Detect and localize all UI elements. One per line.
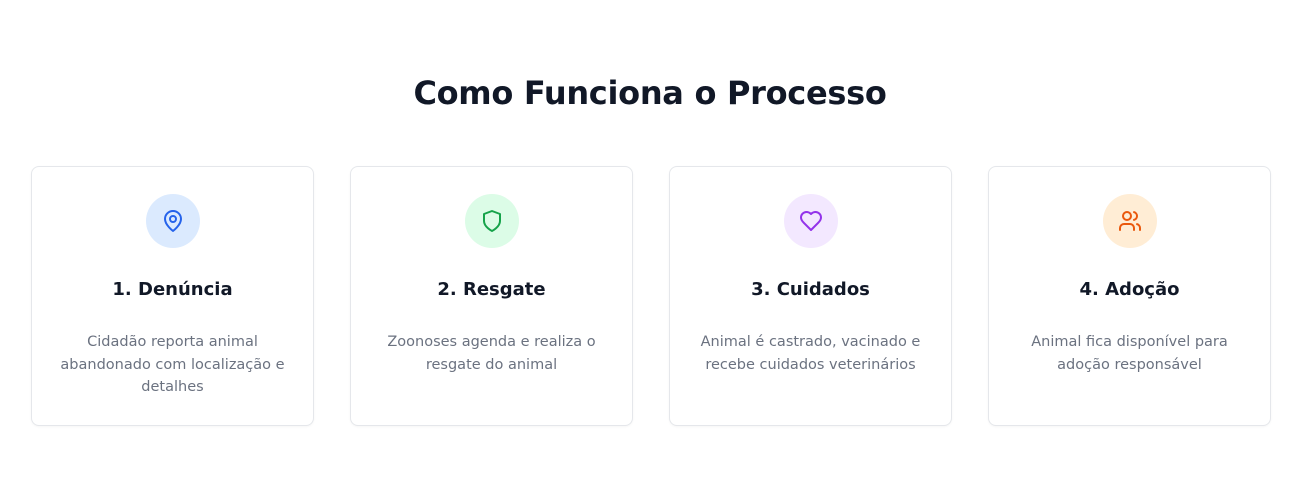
shield-icon-badge xyxy=(464,194,519,248)
step-description: Zoonoses agenda e realiza o resgate do a… xyxy=(387,334,596,373)
shield-icon xyxy=(482,210,501,232)
step-title: 4. Adoção xyxy=(1079,279,1180,300)
step-title: 3. Cuidados xyxy=(751,279,870,300)
process-section: Como Funciona o Processo 1. Denúncia Cid… xyxy=(0,0,1300,482)
steps-row: 1. Denúncia Cidadão reporta animal aband… xyxy=(31,166,1271,426)
section-title: Como Funciona o Processo xyxy=(413,74,887,112)
users-icon-badge xyxy=(1102,194,1157,248)
map-pin-icon-badge xyxy=(145,194,200,248)
heart-icon-badge xyxy=(783,194,838,248)
step-title: 2. Resgate xyxy=(437,279,546,300)
users-icon xyxy=(1118,211,1141,231)
step-description: Animal é castrado, vacinado e recebe cui… xyxy=(700,334,921,373)
step-description: Animal fica disponível para adoção respo… xyxy=(1031,334,1228,373)
step-card-denuncia: 1. Denúncia Cidadão reporta animal aband… xyxy=(31,166,314,426)
step-description: Cidadão reporta animal abandonado com lo… xyxy=(60,334,285,395)
heart-icon xyxy=(799,211,822,231)
step-title: 1. Denúncia xyxy=(112,279,233,300)
step-card-adocao: 4. Adoção Animal fica disponível para ad… xyxy=(988,166,1271,426)
step-card-cuidados: 3. Cuidados Animal é castrado, vacinado … xyxy=(669,166,952,426)
map-pin-icon xyxy=(163,210,182,232)
step-card-resgate: 2. Resgate Zoonoses agenda e realiza o r… xyxy=(350,166,633,426)
